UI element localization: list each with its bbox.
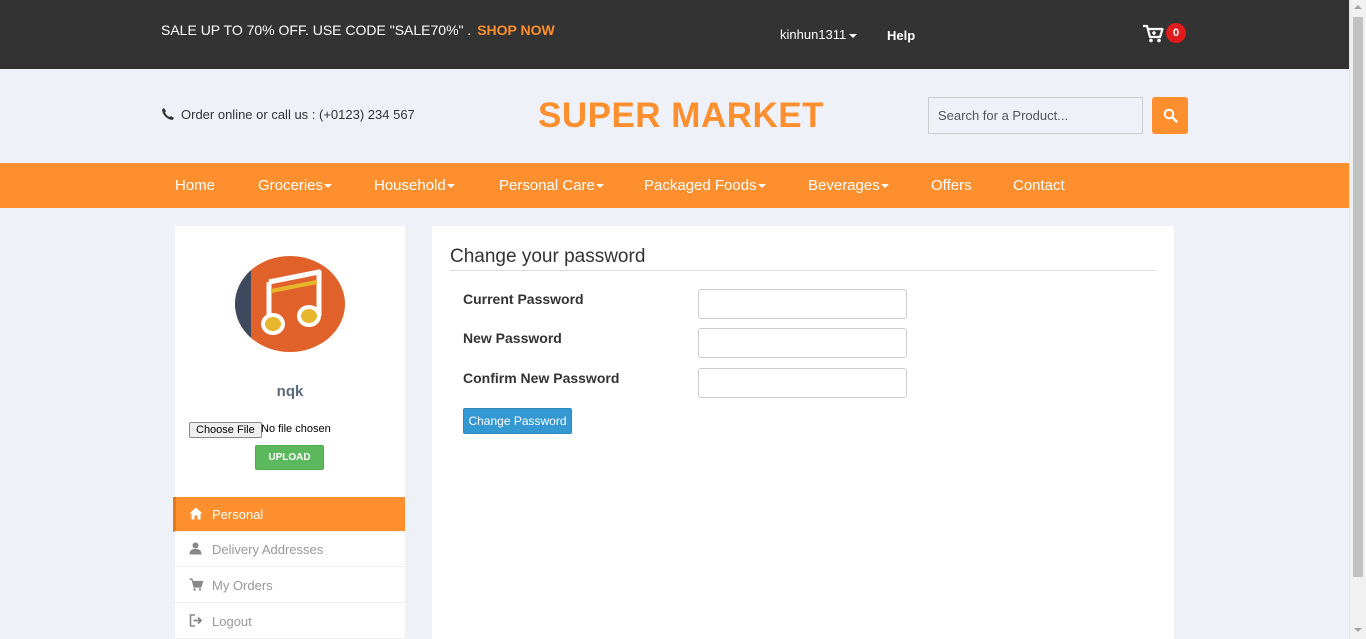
search-button[interactable]: [1152, 97, 1188, 134]
user-menu[interactable]: kinhun1311: [780, 27, 858, 42]
cart-icon: [1143, 24, 1164, 43]
nav-item-beverages[interactable]: Beverages: [808, 177, 889, 194]
chevron-down-icon: [880, 184, 889, 189]
page-scrollbar[interactable]: [1349, 0, 1366, 639]
avatar: [235, 256, 345, 352]
sidebar-item-label: Delivery Addresses: [212, 542, 324, 557]
sidebar-item-label: My Orders: [212, 578, 273, 593]
chevron-down-icon: [849, 33, 858, 38]
new-password-field[interactable]: [698, 328, 907, 358]
file-status: No file chosen: [261, 423, 331, 435]
nav-label: Home: [175, 177, 216, 194]
nav-item-household[interactable]: Household: [374, 177, 455, 194]
nav-item-offers[interactable]: Offers: [931, 177, 972, 194]
phone-icon: [162, 108, 174, 120]
logout-icon: [189, 614, 203, 627]
change-password-panel: Change your password Current Password Ne…: [432, 226, 1174, 639]
scroll-up-icon[interactable]: [1354, 5, 1362, 9]
promo-text: SALE UP TO 70% OFF. USE CODE "SALE70%" .: [161, 22, 472, 38]
nav-label: Offers: [931, 177, 972, 194]
top-bar: SALE UP TO 70% OFF. USE CODE "SALE70%" .…: [0, 0, 1349, 69]
sidebar-item-delivery-addresses[interactable]: Delivery Addresses: [175, 532, 405, 567]
brand-logo[interactable]: SUPER MARKET: [538, 96, 824, 136]
nav-item-home[interactable]: Home: [175, 177, 215, 194]
phone-contact: Order online or call us : (+0123) 234 56…: [161, 107, 415, 122]
profile-username: nqk: [276, 383, 304, 400]
home-icon: [189, 507, 203, 520]
current-password-field[interactable]: [698, 289, 907, 319]
promo-banner: SALE UP TO 70% OFF. USE CODE "SALE70%" .…: [161, 22, 555, 38]
help-link[interactable]: Help: [887, 28, 915, 43]
phone-text: Order online or call us : (+0123) 234 56…: [181, 107, 415, 122]
sidebar-item-label: Personal: [212, 507, 264, 522]
nav-item-contact[interactable]: Contact: [1013, 177, 1065, 194]
nav-label: Beverages: [808, 177, 880, 194]
main-nav: Home Groceries Household Personal Care P…: [0, 163, 1349, 208]
upload-button[interactable]: UPLOAD: [255, 445, 324, 470]
shop-now-link[interactable]: SHOP NOW: [477, 22, 555, 38]
username-label: kinhun1311: [780, 27, 847, 42]
nav-item-personal-care[interactable]: Personal Care: [499, 177, 604, 194]
profile-sidebar: nqk Choose File No file chosen UPLOAD Pe…: [173, 226, 405, 639]
cart-icon: [189, 578, 203, 591]
nav-label: Contact: [1013, 177, 1065, 194]
current-password-label: Current Password: [463, 291, 584, 307]
chevron-down-icon: [324, 184, 333, 189]
search-input[interactable]: [928, 97, 1143, 134]
confirm-password-label: Confirm New Password: [463, 370, 620, 386]
sidebar-item-label: Logout: [212, 614, 252, 629]
music-note-icon: [235, 256, 345, 352]
chevron-down-icon: [757, 184, 766, 189]
change-password-button[interactable]: Change Password: [463, 408, 572, 434]
nav-label: Household: [374, 177, 446, 194]
scroll-down-icon[interactable]: [1354, 628, 1362, 632]
sidebar-item-my-orders[interactable]: My Orders: [175, 568, 405, 603]
nav-label: Packaged Foods: [644, 177, 757, 194]
scrollbar-thumb[interactable]: [1353, 17, 1363, 577]
nav-item-groceries[interactable]: Groceries: [258, 177, 333, 194]
title-divider: [450, 270, 1156, 271]
user-icon: [189, 542, 202, 555]
chevron-down-icon: [446, 184, 455, 189]
nav-label: Groceries: [258, 177, 324, 194]
chevron-down-icon: [595, 184, 604, 189]
search-icon: [1163, 108, 1178, 123]
sidebar-item-logout[interactable]: Logout: [175, 604, 405, 639]
new-password-label: New Password: [463, 330, 562, 346]
cart-button[interactable]: 0: [1142, 22, 1188, 46]
sidebar-item-personal[interactable]: Personal: [173, 497, 405, 532]
cart-count-badge: 0: [1166, 23, 1186, 43]
confirm-password-field[interactable]: [698, 368, 907, 398]
nav-label: Personal Care: [499, 177, 595, 194]
nav-item-packaged-foods[interactable]: Packaged Foods: [644, 177, 766, 194]
page-title: Change your password: [450, 246, 646, 267]
choose-file-button[interactable]: Choose File: [189, 422, 262, 438]
